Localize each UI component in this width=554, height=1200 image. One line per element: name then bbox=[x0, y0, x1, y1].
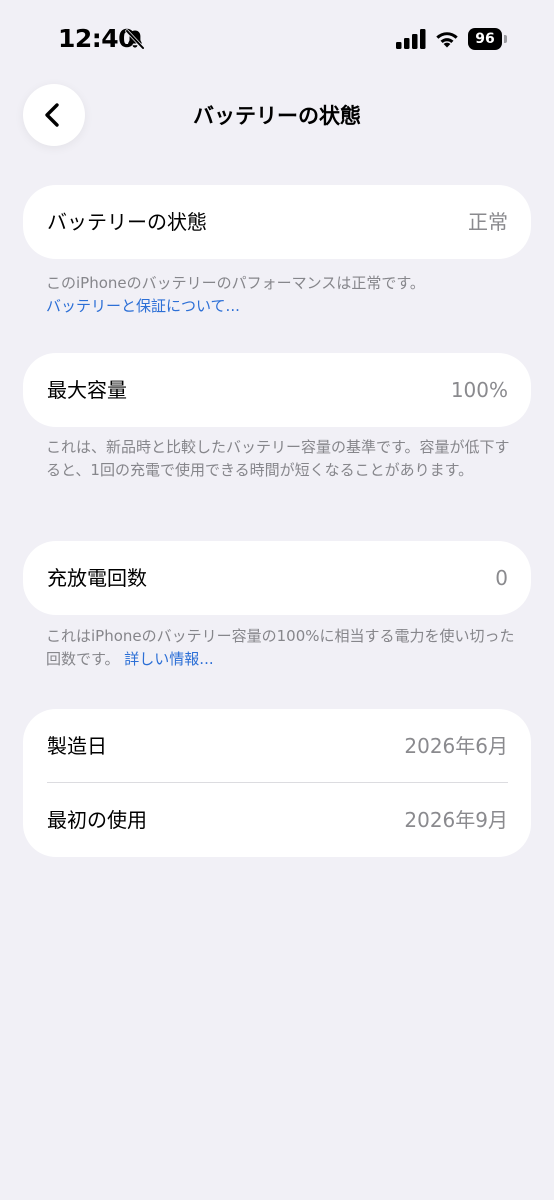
first-use-value: 2026年9月 bbox=[404, 808, 508, 832]
maximum-capacity-label: 最大容量 bbox=[47, 378, 127, 402]
more-info-link[interactable]: 詳しい情報... bbox=[124, 650, 213, 668]
maximum-capacity-value: 100% bbox=[450, 378, 508, 402]
cycle-count-footnote: これはiPhoneのバッテリー容量の100%に相当する電力を使い切った回数です。… bbox=[46, 625, 516, 671]
dates-card: 製造日 2026年6月 最初の使用 2026年9月 bbox=[23, 709, 531, 857]
first-use-label: 最初の使用 bbox=[47, 808, 147, 832]
manufacture-date-value: 2026年6月 bbox=[404, 734, 508, 758]
maximum-capacity-row: 最大容量 100% bbox=[23, 353, 531, 427]
maximum-capacity-footnote: これは、新品時と比較したバッテリー容量の基準です。容量が低下すると、1回の充電で… bbox=[46, 438, 510, 479]
cycle-count-card: 充放電回数 0 bbox=[23, 541, 531, 615]
battery-health-value: 正常 bbox=[468, 210, 508, 234]
battery-cap bbox=[504, 35, 507, 43]
maximum-capacity-card: 最大容量 100% bbox=[23, 353, 531, 427]
battery-health-card: バッテリーの状態 正常 bbox=[23, 185, 531, 259]
first-use-row: 最初の使用 2026年9月 bbox=[23, 783, 531, 857]
cycle-count-row: 充放電回数 0 bbox=[23, 541, 531, 615]
cycle-count-value: 0 bbox=[495, 566, 508, 590]
page-title: バッテリーの状態 bbox=[193, 104, 361, 128]
cellular-signal-icon bbox=[396, 29, 426, 49]
wifi-icon bbox=[436, 32, 458, 48]
battery-health-footnote: このiPhoneのバッテリーのパフォーマンスは正常です。 バッテリーと保証につい… bbox=[46, 272, 516, 318]
status-bar: 12:40 96 bbox=[0, 0, 554, 80]
battery-health-label: バッテリーの状態 bbox=[47, 210, 207, 234]
battery-indicator: 96 bbox=[468, 28, 508, 50]
battery-health-description: このiPhoneのバッテリーのパフォーマンスは正常です。 bbox=[46, 274, 425, 292]
battery-level: 96 bbox=[468, 28, 502, 50]
cycle-count-label: 充放電回数 bbox=[47, 566, 147, 590]
battery-health-row: バッテリーの状態 正常 bbox=[23, 185, 531, 259]
manufacture-date-row: 製造日 2026年6月 bbox=[23, 709, 531, 783]
manufacture-date-label: 製造日 bbox=[47, 734, 107, 758]
cycle-count-description: これはiPhoneのバッテリー容量の100%に相当する電力を使い切った回数です。 bbox=[46, 627, 515, 668]
bell-slash-icon bbox=[125, 29, 145, 50]
battery-warranty-link[interactable]: バッテリーと保証について... bbox=[46, 295, 516, 318]
